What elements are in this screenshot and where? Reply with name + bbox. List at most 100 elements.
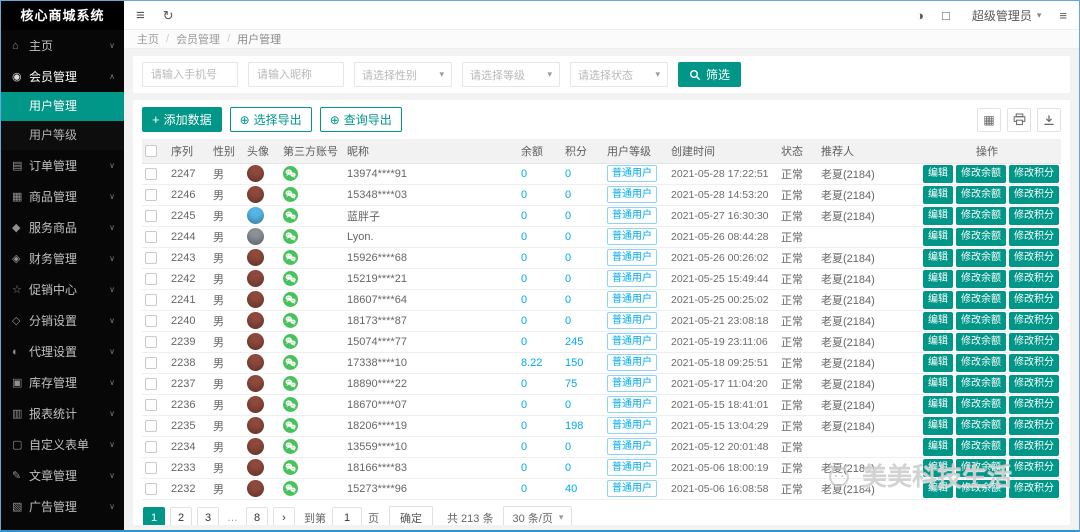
sidebar-item-service-goods[interactable]: ◆ 服务商品 ∨ (1, 212, 124, 243)
modify-balance-button[interactable]: 修改余额 (956, 206, 1006, 225)
edit-button[interactable]: 编辑 (923, 374, 953, 393)
sidebar-item-report[interactable]: ▥ 报表统计 ∨ (1, 398, 124, 429)
sidebar-item-article[interactable]: ✎ 文章管理 ∨ (1, 460, 124, 491)
modify-balance-button[interactable]: 修改余额 (956, 458, 1006, 477)
row-checkbox[interactable] (145, 251, 157, 264)
breadcrumb-item[interactable]: 会员管理 (176, 31, 220, 47)
row-checkbox[interactable] (145, 188, 157, 201)
download-icon[interactable] (1037, 107, 1061, 132)
sidebar-subitem-user-level[interactable]: 用户等级 (1, 121, 124, 150)
edit-button[interactable]: 编辑 (923, 353, 953, 372)
select-all-checkbox[interactable] (145, 144, 157, 157)
modify-balance-button[interactable]: 修改余额 (956, 290, 1006, 309)
menu-collapse-icon[interactable]: ≡ (136, 8, 145, 23)
row-checkbox[interactable] (145, 419, 157, 432)
per-page-select[interactable]: 30 条/页 ▾ (503, 505, 573, 525)
add-data-button[interactable]: + 添加数据 (142, 107, 222, 132)
sidebar-item-goods[interactable]: ▦ 商品管理 ∨ (1, 181, 124, 212)
row-checkbox[interactable] (145, 209, 157, 222)
modify-points-button[interactable]: 修改积分 (1009, 458, 1059, 477)
row-checkbox[interactable] (145, 440, 157, 453)
admin-dropdown[interactable]: 超级管理员 ▾ (972, 7, 1042, 24)
modify-balance-button[interactable]: 修改余额 (956, 311, 1006, 330)
modify-points-button[interactable]: 修改积分 (1009, 353, 1059, 372)
row-checkbox[interactable] (145, 398, 157, 411)
confirm-button[interactable]: 确定 (389, 505, 433, 525)
modify-balance-button[interactable]: 修改余额 (956, 164, 1006, 183)
filter-button[interactable]: 筛选 (678, 62, 742, 87)
goto-page-input[interactable] (332, 506, 362, 525)
modify-points-button[interactable]: 修改积分 (1009, 479, 1059, 498)
edit-button[interactable]: 编辑 (923, 290, 953, 309)
page-button-1[interactable]: 1 (143, 506, 165, 525)
sidebar-item-mall-settings[interactable]: ⊛商城设置∨ (1, 522, 124, 530)
edit-button[interactable]: 编辑 (923, 269, 953, 288)
modify-points-button[interactable]: 修改积分 (1009, 332, 1059, 351)
row-checkbox[interactable] (145, 293, 157, 306)
modify-balance-button[interactable]: 修改余额 (956, 479, 1006, 498)
sidebar-item-promotion[interactable]: ☆ 促销中心 ∨ (1, 274, 124, 305)
modify-points-button[interactable]: 修改积分 (1009, 416, 1059, 435)
row-checkbox[interactable] (145, 356, 157, 369)
edit-button[interactable]: 编辑 (923, 395, 953, 414)
modify-points-button[interactable]: 修改积分 (1009, 437, 1059, 456)
level-select[interactable]: 请选择等级 ▾ (462, 62, 560, 87)
sidebar-item-stock[interactable]: ▣ 库存管理 ∨ (1, 367, 124, 398)
edit-button[interactable]: 编辑 (923, 227, 953, 246)
edit-button[interactable]: 编辑 (923, 206, 953, 225)
row-checkbox[interactable] (145, 461, 157, 474)
edit-button[interactable]: 编辑 (923, 332, 953, 351)
columns-filter-icon[interactable]: ▦ (977, 107, 1001, 132)
page-button-3[interactable]: 3 (197, 506, 219, 525)
edit-button[interactable]: 编辑 (923, 416, 953, 435)
sidebar-item-ad[interactable]: ▧ 广告管理 ∨ (1, 491, 124, 522)
modify-points-button[interactable]: 修改积分 (1009, 206, 1059, 225)
sidebar-item-home[interactable]: ⌂ 主页 ∨ (1, 30, 124, 61)
modify-points-button[interactable]: 修改积分 (1009, 395, 1059, 414)
modify-balance-button[interactable]: 修改余额 (956, 269, 1006, 288)
modify-points-button[interactable]: 修改积分 (1009, 374, 1059, 393)
row-checkbox[interactable] (145, 167, 157, 180)
status-select[interactable]: 请选择状态 ▾ (570, 62, 668, 87)
modify-points-button[interactable]: 修改积分 (1009, 164, 1059, 183)
sidebar-item-custom-form[interactable]: ▢ 自定义表单 ∨ (1, 429, 124, 460)
modify-points-button[interactable]: 修改积分 (1009, 227, 1059, 246)
modify-balance-button[interactable]: 修改余额 (956, 374, 1006, 393)
sidebar-item-orders[interactable]: ▤ 订单管理 ∨ (1, 150, 124, 181)
fullscreen-icon[interactable]: □ (942, 9, 950, 22)
sidebar-item-members[interactable]: ◉ 会员管理 ∧ (1, 61, 124, 92)
modify-points-button[interactable]: 修改积分 (1009, 185, 1059, 204)
edit-button[interactable]: 编辑 (923, 458, 953, 477)
print-icon[interactable] (1007, 107, 1031, 132)
modify-balance-button[interactable]: 修改余额 (956, 227, 1006, 246)
next-page-button[interactable]: › (273, 506, 295, 525)
breadcrumb-item[interactable]: 主页 (137, 31, 159, 47)
select-export-button[interactable]: ⊕ 选择导出 (229, 107, 312, 132)
sidebar-subitem-user-manage[interactable]: 用户管理 (1, 92, 124, 121)
row-checkbox[interactable] (145, 482, 157, 495)
sidebar-item-distribution[interactable]: ◇ 分销设置 ∨ (1, 305, 124, 336)
edit-button[interactable]: 编辑 (923, 164, 953, 183)
modify-balance-button[interactable]: 修改余额 (956, 185, 1006, 204)
row-checkbox[interactable] (145, 377, 157, 390)
sidebar-item-agent[interactable]: ◐ 代理设置 ∨ (1, 336, 124, 367)
page-button-2[interactable]: 2 (170, 506, 192, 525)
gender-select[interactable]: 请选择性别 ▾ (354, 62, 452, 87)
row-checkbox[interactable] (145, 272, 157, 285)
modify-points-button[interactable]: 修改积分 (1009, 290, 1059, 309)
modify-balance-button[interactable]: 修改余额 (956, 353, 1006, 372)
row-checkbox[interactable] (145, 230, 157, 243)
phone-input[interactable] (142, 62, 238, 87)
modify-points-button[interactable]: 修改积分 (1009, 311, 1059, 330)
page-button-8[interactable]: 8 (246, 506, 268, 525)
modify-balance-button[interactable]: 修改余额 (956, 332, 1006, 351)
edit-button[interactable]: 编辑 (923, 479, 953, 498)
query-export-button[interactable]: ⊕ 查询导出 (319, 107, 402, 132)
refresh-icon[interactable]: ↻ (163, 9, 174, 22)
edit-button[interactable]: 编辑 (923, 437, 953, 456)
theme-icon[interactable]: ◑ (916, 9, 924, 22)
modify-points-button[interactable]: 修改积分 (1009, 248, 1059, 267)
more-icon[interactable]: ≡ (1059, 9, 1067, 22)
row-checkbox[interactable] (145, 314, 157, 327)
row-checkbox[interactable] (145, 335, 157, 348)
